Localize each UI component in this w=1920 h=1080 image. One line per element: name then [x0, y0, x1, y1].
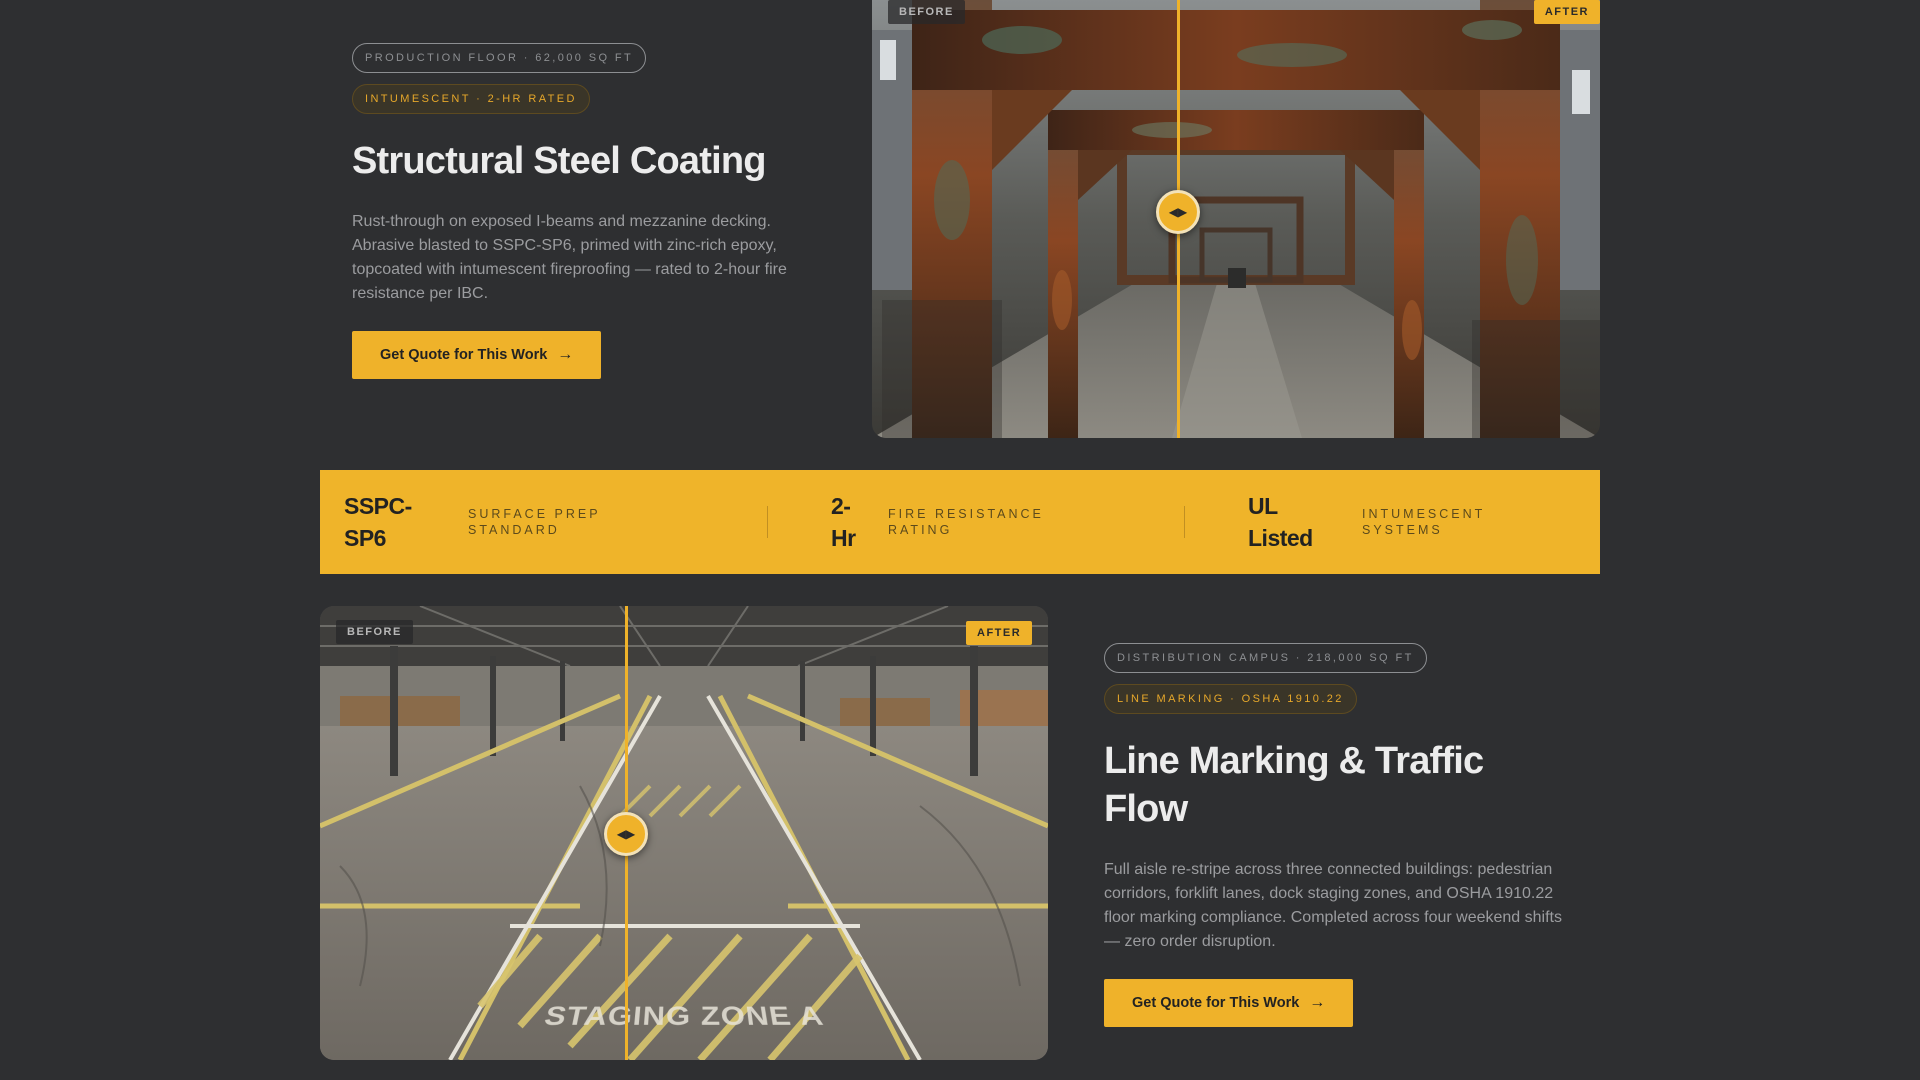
arrow-right-icon: →	[557, 346, 574, 363]
get-quote-label: Get Quote for This Work	[380, 347, 548, 363]
case-description: Rust-through on exposed I-beams and mezz…	[352, 213, 787, 302]
after-label: AFTER	[966, 621, 1033, 645]
stat-divider	[767, 506, 768, 538]
floor-marking-text: STAGING ZONE A	[541, 1000, 827, 1032]
case-description: Full aisle re-stripe across three connec…	[1104, 861, 1562, 950]
case-line-marking-text: DISTRIBUTION CAMPUS · 218,000 SQ FT LINE…	[1104, 643, 1574, 1027]
get-quote-label: Get Quote for This Work	[1132, 995, 1300, 1011]
warehouse-floor-image	[320, 606, 1048, 1060]
arrow-right-icon: →	[1309, 994, 1326, 1011]
stat-fire-rating: 2- Hr FIRE RESISTANCE RATING	[831, 470, 1044, 574]
case-title: Line Marking & Traffic Flow	[1104, 740, 1484, 830]
project-meta-pill: PRODUCTION FLOOR · 62,000 SQ FT	[352, 43, 647, 73]
project-spec-pill: LINE MARKING · OSHA 1910.22	[1104, 684, 1357, 714]
stat-label: FIRE RESISTANCE RATING	[888, 507, 1044, 537]
stat-value: SSPC- SP6	[344, 493, 412, 551]
stat-label: SURFACE PREP STANDARD	[468, 507, 601, 537]
get-quote-button[interactable]: Get Quote for This Work →	[1104, 979, 1354, 1027]
stat-label: INTUMESCENT SYSTEMS	[1362, 507, 1486, 537]
case-structural-steel-text: PRODUCTION FLOOR · 62,000 SQ FT INTUMESC…	[352, 43, 802, 379]
before-after-slider-steel[interactable]: BEFORE AFTER ◀▶	[872, 0, 1600, 438]
before-label: BEFORE	[888, 0, 965, 24]
left-right-arrows-icon[interactable]: ◀▶	[1156, 190, 1200, 234]
before-after-slider-floor[interactable]: STAGING ZONE A BEFORE AFTER ◀▶	[320, 606, 1048, 1060]
before-label: BEFORE	[336, 620, 413, 644]
after-label: AFTER	[1533, 0, 1600, 24]
left-right-arrows-icon[interactable]: ◀▶	[604, 812, 648, 856]
stat-surface-prep: SSPC- SP6 SURFACE PREP STANDARD	[344, 470, 601, 574]
stat-value: UL Listed	[1248, 493, 1313, 551]
steel-warehouse-image	[872, 0, 1600, 438]
case-title: Structural Steel Coating	[352, 140, 766, 182]
stat-divider	[1184, 506, 1185, 538]
stats-band: SSPC- SP6 SURFACE PREP STANDARD 2- Hr FI…	[320, 470, 1600, 574]
get-quote-button[interactable]: Get Quote for This Work →	[352, 331, 602, 379]
stat-value: 2- Hr	[831, 493, 856, 551]
project-spec-pill: INTUMESCENT · 2-HR RATED	[352, 84, 590, 114]
project-meta-pill: DISTRIBUTION CAMPUS · 218,000 SQ FT	[1104, 643, 1427, 673]
stat-ul-listed: UL Listed INTUMESCENT SYSTEMS	[1248, 470, 1485, 574]
